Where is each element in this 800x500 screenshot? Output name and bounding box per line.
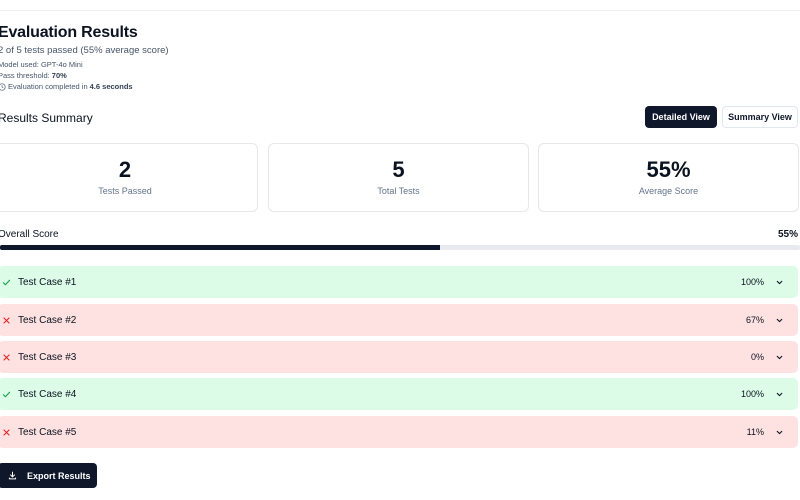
clock-icon bbox=[0, 82, 6, 91]
chevron-down-icon[interactable] bbox=[775, 278, 784, 287]
download-icon bbox=[8, 471, 17, 480]
summary-view-button[interactable]: Summary View bbox=[722, 106, 798, 128]
model-value: GPT-4o Mini bbox=[40, 60, 83, 69]
overall-score-progress bbox=[0, 245, 800, 250]
test-case-name: Test Case #4 bbox=[18, 388, 77, 400]
overall-score-value: 55% bbox=[777, 229, 798, 240]
x-icon bbox=[3, 316, 10, 324]
tests-passed-label: Tests Passed bbox=[98, 186, 152, 196]
completion-time: 4.6 seconds bbox=[89, 82, 133, 91]
test-case-score: 11% bbox=[746, 427, 764, 437]
test-case-score: 100% bbox=[740, 277, 764, 287]
completion-label: Evaluation completed in bbox=[8, 82, 88, 91]
total-tests-card: 5 Total Tests bbox=[268, 143, 529, 212]
threshold-info: Pass threshold: 70% bbox=[0, 71, 67, 80]
completion-info: Evaluation completed in 4.6 seconds bbox=[0, 82, 133, 91]
test-case-name: Test Case #5 bbox=[18, 426, 77, 438]
total-tests-label: Total Tests bbox=[377, 186, 420, 196]
test-case-score: 0% bbox=[750, 352, 764, 362]
check-icon bbox=[2, 279, 11, 285]
detailed-view-button[interactable]: Detailed View bbox=[645, 106, 717, 128]
test-case-row[interactable]: Test Case #2 67% bbox=[0, 304, 798, 336]
average-score-card: 55% Average Score bbox=[538, 143, 799, 212]
threshold-label: Pass threshold: bbox=[0, 71, 52, 80]
total-tests-value: 5 bbox=[392, 157, 405, 182]
chevron-down-icon[interactable] bbox=[775, 316, 784, 325]
test-case-name: Test Case #3 bbox=[18, 351, 77, 363]
test-case-row[interactable]: Test Case #1 100% bbox=[0, 266, 798, 298]
overall-score-label: Overall Score bbox=[0, 229, 59, 240]
average-score-value: 55% bbox=[646, 157, 691, 182]
overall-score-progress-fill bbox=[0, 245, 440, 250]
results-subtitle: 2 of 5 tests passed (55% average score) bbox=[0, 45, 169, 56]
export-results-button[interactable]: Export Results bbox=[0, 463, 97, 488]
x-icon bbox=[3, 353, 10, 361]
test-case-row[interactable]: Test Case #3 0% bbox=[0, 341, 798, 373]
chevron-down-icon[interactable] bbox=[775, 390, 784, 399]
results-summary-heading: Results Summary bbox=[0, 111, 93, 125]
test-case-score: 100% bbox=[740, 389, 764, 399]
x-icon bbox=[3, 428, 10, 436]
average-score-label: Average Score bbox=[638, 186, 699, 196]
top-divider bbox=[0, 10, 800, 11]
chevron-down-icon[interactable] bbox=[775, 428, 784, 437]
threshold-value: 70% bbox=[51, 71, 67, 80]
test-case-name: Test Case #2 bbox=[18, 314, 77, 326]
test-case-row[interactable]: Test Case #5 11% bbox=[0, 416, 798, 448]
export-results-label: Export Results bbox=[27, 470, 91, 481]
model-info: Model used: GPT-4o Mini bbox=[0, 60, 83, 69]
page-title: Evaluation Results bbox=[0, 24, 138, 41]
model-label: Model used: bbox=[0, 60, 41, 69]
test-case-name: Test Case #1 bbox=[18, 276, 77, 288]
tests-passed-card: 2 Tests Passed bbox=[0, 143, 258, 212]
tests-passed-value: 2 bbox=[118, 157, 132, 182]
test-case-score: 67% bbox=[745, 315, 764, 325]
check-icon bbox=[2, 391, 11, 397]
test-case-row[interactable]: Test Case #4 100% bbox=[0, 378, 798, 410]
chevron-down-icon[interactable] bbox=[775, 353, 784, 362]
